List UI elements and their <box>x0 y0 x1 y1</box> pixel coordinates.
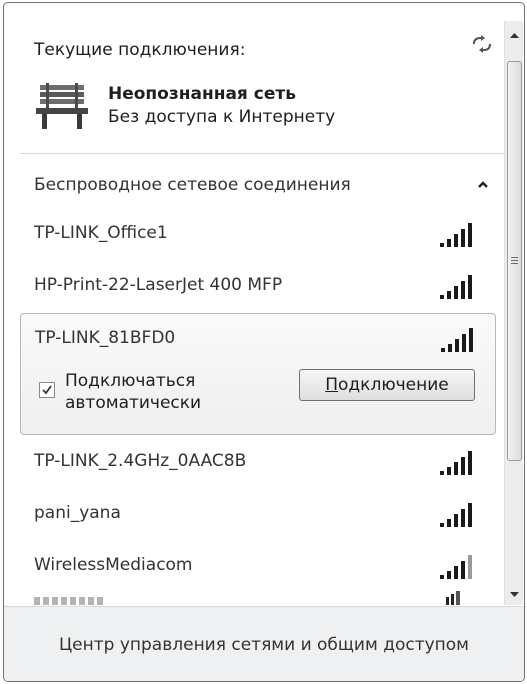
footer: Центр управления сетями и общим доступом <box>4 606 524 681</box>
signal-strength-icon <box>441 328 473 352</box>
auto-connect-checkbox[interactable] <box>39 382 55 398</box>
connect-button[interactable]: Подключение <box>299 369 475 401</box>
network-flyout: Текущие подключения: Неопознанная сеть Б… <box>3 2 525 682</box>
network-ssid: HP-Print-22-LaserJet 400 MFP <box>34 275 283 295</box>
network-name: Неопознанная сеть <box>108 84 296 104</box>
connect-button-label: одключение <box>338 375 449 395</box>
current-connections: Текущие подключения: Неопознанная сеть Б… <box>4 3 504 153</box>
scroll-grip <box>511 257 518 258</box>
network-status: Без доступа к Интернету <box>108 107 336 127</box>
scroll-thumb[interactable] <box>507 61 522 461</box>
network-ssid: WirelessMediacom <box>34 555 193 575</box>
signal-strength-icon <box>440 503 472 527</box>
network-sharing-center-link[interactable]: Центр управления сетями и общим доступом <box>4 607 524 681</box>
network-ssid: TP-LINK_81BFD0 <box>35 328 176 348</box>
network-item-tp-link-2-4ghz[interactable]: TP-LINK_2.4GHz_0AAC8B <box>20 437 496 489</box>
checkmark-icon <box>42 385 52 395</box>
bench-network-icon <box>36 83 88 129</box>
network-item-wirelessmediacom[interactable]: WirelessMediacom <box>20 541 496 593</box>
scroll-up-arrow-icon[interactable] <box>505 27 524 45</box>
network-item-partial[interactable] <box>20 589 496 606</box>
chevron-up-icon[interactable] <box>474 177 492 193</box>
signal-strength-icon <box>440 275 472 299</box>
signal-strength-icon <box>440 451 472 475</box>
network-item-tp-link-81bfd0[interactable]: TP-LINK_81BFD0 Подключаться автоматическ… <box>20 313 496 435</box>
divider <box>20 153 504 154</box>
network-ssid: TP-LINK_Office1 <box>34 223 168 243</box>
secured-network-icon <box>446 591 460 605</box>
network-ssid-cut-off <box>34 597 104 605</box>
wireless-section-title: Беспроводное сетевое соединения <box>34 175 351 195</box>
signal-strength-icon <box>440 555 472 579</box>
network-ssid: TP-LINK_2.4GHz_0AAC8B <box>34 451 247 471</box>
vertical-scrollbar[interactable] <box>504 21 523 605</box>
signal-strength-icon <box>440 223 472 247</box>
refresh-icon[interactable] <box>470 33 494 55</box>
network-item-pani-yana[interactable]: pani_yana <box>20 489 496 541</box>
scroll-grip <box>511 260 518 261</box>
network-ssid: pani_yana <box>34 503 121 523</box>
network-item-tp-link-office1[interactable]: TP-LINK_Office1 <box>20 209 496 261</box>
scroll-grip <box>511 263 518 264</box>
current-connections-title: Текущие подключения: <box>34 40 246 60</box>
scroll-down-arrow-icon[interactable] <box>505 585 524 603</box>
network-item-hp-print[interactable]: HP-Print-22-LaserJet 400 MFP <box>20 261 496 313</box>
connect-button-mnemonic: П <box>325 375 339 395</box>
network-list-pane: Текущие подключения: Неопознанная сеть Б… <box>4 3 504 606</box>
auto-connect-label[interactable]: Подключаться автоматически <box>65 370 265 414</box>
